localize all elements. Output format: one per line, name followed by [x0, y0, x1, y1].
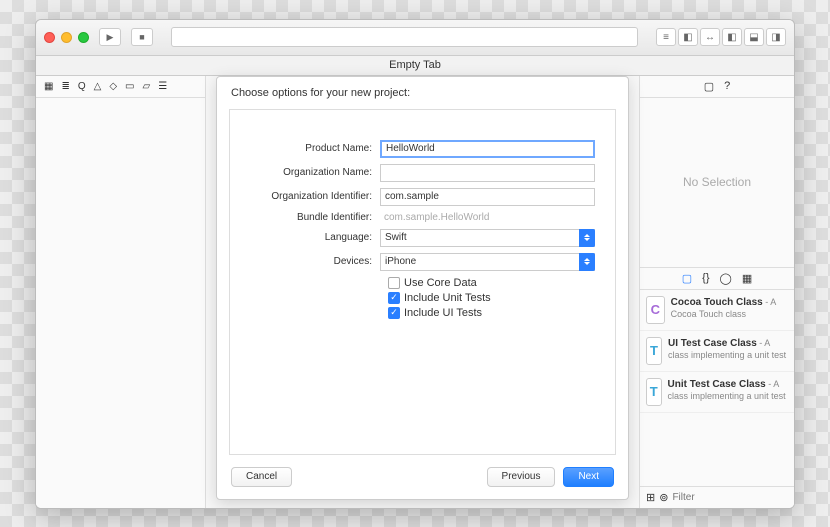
- cancel-button[interactable]: Cancel: [231, 467, 292, 487]
- org-id-label: Organization Identifier:: [250, 191, 380, 202]
- panel-right-icon[interactable]: ◨: [766, 28, 786, 46]
- editor-standard-icon[interactable]: ≡: [656, 28, 676, 46]
- no-selection-label: No Selection: [640, 98, 794, 268]
- panel-left-icon[interactable]: ◧: [722, 28, 742, 46]
- xcode-window: ▶ ■ ≡ ◧ ↔ ◧ ⬓ ◨ Empty Tab ▦ ≣ Q △ ◇ ▭ ▱ …: [35, 19, 795, 509]
- tab-title[interactable]: Empty Tab: [389, 59, 441, 71]
- next-button[interactable]: Next: [563, 467, 614, 487]
- language-label: Language:: [250, 232, 380, 243]
- activity-viewer: [171, 27, 638, 47]
- product-name-label: Product Name:: [250, 143, 380, 154]
- stop-button[interactable]: ■: [131, 28, 153, 46]
- language-select[interactable]: [380, 229, 595, 247]
- inspector-selector: ▢ ?: [640, 76, 794, 98]
- grid-icon[interactable]: ⊞: [646, 491, 655, 504]
- unit-tests-label: Include Unit Tests: [404, 292, 491, 304]
- code-snippet-lib-icon[interactable]: {}: [702, 272, 709, 284]
- template-icon: C: [646, 296, 665, 324]
- template-icon: T: [646, 378, 662, 406]
- run-button[interactable]: ▶: [99, 28, 121, 46]
- file-template-lib-icon[interactable]: ▢: [682, 272, 692, 285]
- close-icon[interactable]: [44, 32, 55, 43]
- editor-version-icon[interactable]: ↔: [700, 28, 720, 46]
- panel-bottom-icon[interactable]: ⬓: [744, 28, 764, 46]
- unit-tests-checkbox[interactable]: ✓: [388, 292, 400, 304]
- breakpoint-nav-icon[interactable]: ▱: [142, 81, 150, 92]
- library-item[interactable]: TUnit Test Case Class - A class implemen…: [640, 372, 794, 413]
- org-name-label: Organization Name:: [250, 167, 380, 178]
- new-project-sheet: Choose options for your new project: Pro…: [216, 76, 629, 500]
- template-icon: T: [646, 337, 662, 365]
- editor-area: Choose options for your new project: Pro…: [206, 76, 639, 508]
- navigator-panel: ▦ ≣ Q △ ◇ ▭ ▱ ☰: [36, 76, 206, 508]
- symbol-nav-icon[interactable]: ≣: [61, 81, 69, 92]
- library-item-title: UI Test Case Class: [668, 338, 757, 349]
- find-nav-icon[interactable]: Q: [78, 81, 86, 92]
- bundle-id-value: com.sample.HelloWorld: [380, 212, 595, 223]
- editor-assistant-icon[interactable]: ◧: [678, 28, 698, 46]
- tab-bar: Empty Tab: [36, 56, 794, 76]
- previous-button[interactable]: Previous: [487, 467, 556, 487]
- navigator-selector: ▦ ≣ Q △ ◇ ▭ ▱ ☰: [36, 76, 205, 98]
- filter-icon: ⊚: [659, 491, 668, 504]
- org-id-input[interactable]: [380, 188, 595, 206]
- library-item-title: Unit Test Case Class: [668, 379, 766, 390]
- ui-tests-label: Include UI Tests: [404, 307, 482, 319]
- minimize-icon[interactable]: [61, 32, 72, 43]
- file-inspector-icon[interactable]: ▢: [704, 80, 714, 93]
- sheet-heading: Choose options for your new project:: [217, 77, 628, 109]
- org-name-input[interactable]: [380, 164, 595, 182]
- project-nav-icon[interactable]: ▦: [44, 81, 53, 92]
- library-item-title: Cocoa Touch Class: [671, 297, 763, 308]
- core-data-label: Use Core Data: [404, 277, 477, 289]
- object-lib-icon[interactable]: ◯: [720, 272, 732, 285]
- titlebar: ▶ ■ ≡ ◧ ↔ ◧ ⬓ ◨: [36, 20, 794, 56]
- library-selector: ▢ {} ◯ ▦: [640, 268, 794, 290]
- library-list: CCocoa Touch Class - A Cocoa Touch class…: [640, 290, 794, 486]
- media-lib-icon[interactable]: ▦: [742, 272, 752, 285]
- devices-select[interactable]: [380, 253, 595, 271]
- devices-label: Devices:: [250, 256, 380, 267]
- debug-nav-icon[interactable]: ▭: [125, 81, 134, 92]
- help-inspector-icon[interactable]: ?: [724, 80, 730, 92]
- test-nav-icon[interactable]: ◇: [109, 81, 117, 92]
- core-data-checkbox[interactable]: [388, 277, 400, 289]
- inspector-panel: ▢ ? No Selection ▢ {} ◯ ▦ C Cocoa Touch C…: [639, 76, 794, 508]
- zoom-icon[interactable]: [78, 32, 89, 43]
- issue-nav-icon[interactable]: △: [94, 81, 102, 92]
- report-nav-icon[interactable]: ☰: [158, 81, 167, 92]
- bundle-id-label: Bundle Identifier:: [250, 212, 380, 223]
- library-item[interactable]: CCocoa Touch Class - A Cocoa Touch class: [640, 290, 794, 331]
- library-filter-input[interactable]: [672, 492, 795, 503]
- product-name-input[interactable]: [380, 140, 595, 158]
- library-item[interactable]: TUI Test Case Class - A class implementi…: [640, 331, 794, 372]
- ui-tests-checkbox[interactable]: ✓: [388, 307, 400, 319]
